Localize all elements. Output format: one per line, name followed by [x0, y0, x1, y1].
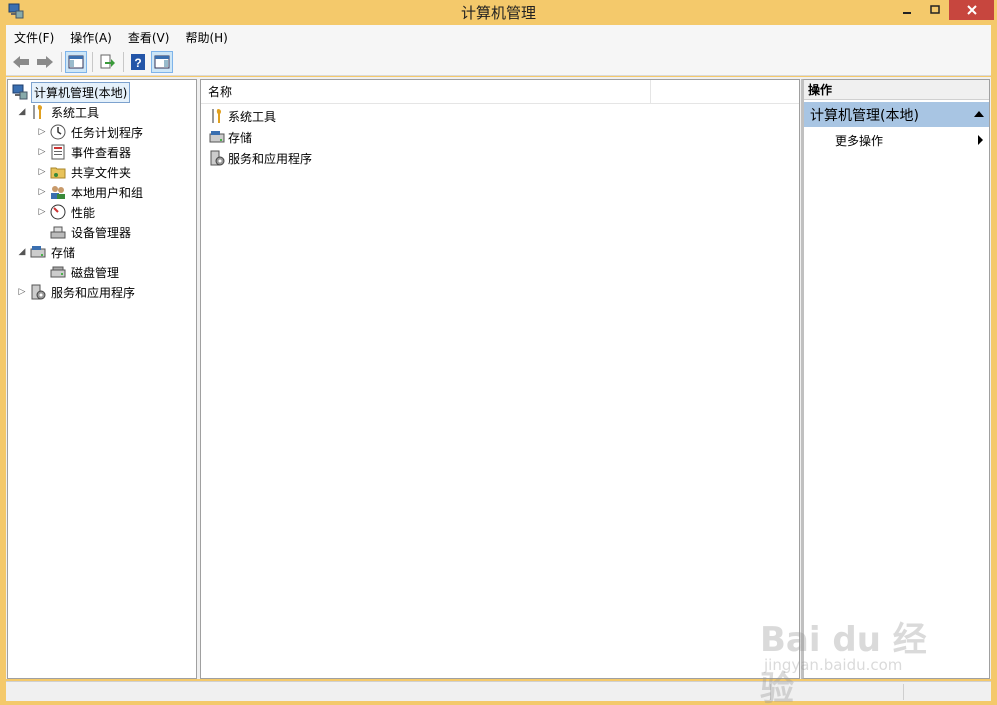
menu-help[interactable]: 帮助(H)	[177, 29, 235, 46]
computer-management-icon	[12, 84, 28, 100]
export-list-button[interactable]	[96, 51, 118, 73]
more-actions-item[interactable]: 更多操作	[835, 130, 985, 150]
expand-triangle-icon[interactable]: ▷	[16, 287, 28, 297]
action-group-computer-management[interactable]: 计算机管理(本地)	[804, 102, 989, 127]
console-tree-icon	[68, 55, 84, 69]
results-list: 名称 系统工具 存储 服务和应用程序	[200, 79, 800, 679]
more-actions-label: 更多操作	[835, 133, 884, 148]
action-pane-icon	[154, 55, 170, 69]
show-hide-action-pane-button[interactable]	[151, 51, 173, 73]
list-item[interactable]: 存储	[207, 127, 252, 147]
tree-item-root[interactable]: 计算机管理(本地)	[10, 81, 131, 103]
tree-item-task-scheduler[interactable]: ▷ 任务计划程序	[36, 122, 145, 142]
toolbar-separator	[92, 52, 93, 72]
tree-item-disk-management[interactable]: 磁盘管理	[36, 262, 121, 282]
tree-item-label: 设备管理器	[71, 225, 132, 240]
tree-item-label: 系统工具	[51, 105, 100, 120]
export-icon	[100, 54, 115, 69]
list-header: 名称	[201, 80, 799, 104]
minimize-button[interactable]	[893, 0, 921, 20]
expand-triangle-icon[interactable]: ▷	[36, 167, 48, 177]
tree-item-label: 任务计划程序	[71, 125, 144, 140]
window-title: 计算机管理	[460, 4, 536, 22]
forward-button[interactable]	[34, 51, 56, 73]
tree-item-label: 本地用户和组	[71, 185, 144, 200]
content-area: 计算机管理(本地) ◢ 系统工具 ▷ 任务计划程序 ▷ 事件查看器 ▷ 共享文件	[6, 77, 991, 679]
toolbar-separator	[123, 52, 124, 72]
show-hide-tree-button[interactable]	[65, 51, 87, 73]
expand-triangle-icon[interactable]: ▷	[36, 187, 48, 197]
tree-item-storage[interactable]: ◢ 存储	[16, 242, 77, 262]
tree-item-performance[interactable]: ▷ 性能	[36, 202, 97, 222]
event-log-icon	[51, 144, 65, 160]
window: 计算机管理 文件(F) 操作(A) 查看(V) 帮助(H) ? 计算机管理(本地…	[0, 0, 997, 705]
tree-item-event-viewer[interactable]: ▷ 事件查看器	[36, 142, 133, 162]
title-bar: 计算机管理	[0, 0, 997, 24]
list-item-label: 存储	[228, 130, 253, 145]
action-pane: 操作 计算机管理(本地) 更多操作	[801, 79, 990, 679]
watermark-url: jingyan.baidu.com	[764, 656, 903, 674]
help-button[interactable]: ?	[127, 51, 149, 73]
back-arrow-icon	[13, 56, 29, 68]
close-icon	[966, 5, 977, 15]
tree-item-device-manager[interactable]: 设备管理器	[36, 222, 133, 242]
tools-icon	[33, 105, 43, 119]
toolbar: ?	[6, 49, 991, 76]
storage-icon	[30, 246, 46, 258]
maximize-button[interactable]	[921, 0, 949, 20]
device-manager-icon	[50, 226, 66, 239]
menu-view[interactable]: 查看(V)	[120, 29, 178, 46]
toolbar-separator	[61, 52, 62, 72]
tools-icon	[212, 109, 222, 123]
tree-item-label: 服务和应用程序	[51, 285, 136, 300]
expand-triangle-icon[interactable]: ▷	[36, 207, 48, 217]
tree-item-system-tools[interactable]: ◢ 系统工具	[16, 102, 101, 122]
close-button[interactable]	[949, 0, 994, 20]
tree-item-label: 计算机管理(本地)	[31, 81, 131, 103]
collapse-triangle-icon[interactable]: ◢	[16, 107, 28, 117]
minimize-icon	[903, 12, 911, 14]
tree-item-label: 磁盘管理	[71, 265, 120, 280]
submenu-arrow-icon	[978, 135, 983, 145]
tree-item-shared-folders[interactable]: ▷ 共享文件夹	[36, 162, 133, 182]
users-icon	[51, 186, 65, 199]
shared-folder-icon	[50, 167, 66, 179]
column-header-name[interactable]: 名称	[201, 80, 651, 104]
expand-triangle-icon[interactable]: ▷	[36, 127, 48, 137]
action-pane-title: 操作	[804, 80, 989, 100]
tree-item-label: 性能	[71, 205, 96, 220]
disk-icon	[50, 266, 66, 278]
menu-bar: 文件(F) 操作(A) 查看(V) 帮助(H)	[6, 25, 991, 49]
storage-icon	[209, 131, 225, 143]
list-item[interactable]: 系统工具	[207, 106, 276, 126]
forward-arrow-icon	[37, 56, 53, 68]
svg-text:?: ?	[134, 56, 141, 70]
tree-item-services-apps[interactable]: ▷ 服务和应用程序	[16, 282, 137, 302]
services-icon	[31, 284, 46, 300]
list-item-label: 服务和应用程序	[228, 151, 313, 166]
list-item-label: 系统工具	[228, 109, 277, 124]
menu-action[interactable]: 操作(A)	[62, 29, 120, 46]
back-button[interactable]	[10, 51, 32, 73]
tree-item-label: 存储	[51, 245, 76, 260]
maximize-icon	[930, 5, 940, 14]
services-icon	[210, 150, 225, 166]
collapse-caret-icon[interactable]	[974, 111, 984, 117]
expand-triangle-icon[interactable]: ▷	[36, 147, 48, 157]
help-icon: ?	[131, 54, 145, 70]
tree-item-label: 事件查看器	[71, 145, 132, 160]
performance-gauge-icon	[50, 204, 66, 220]
action-group-label: 计算机管理(本地)	[810, 107, 919, 124]
clock-icon	[50, 124, 66, 140]
console-tree: 计算机管理(本地) ◢ 系统工具 ▷ 任务计划程序 ▷ 事件查看器 ▷ 共享文件	[7, 79, 197, 679]
baidu-watermark: Bai du 经验 jingyan.baidu.com	[760, 600, 945, 705]
tree-item-local-users[interactable]: ▷ 本地用户和组	[36, 182, 145, 202]
menu-file[interactable]: 文件(F)	[6, 29, 62, 46]
list-item[interactable]: 服务和应用程序	[207, 148, 312, 168]
tree-item-label: 共享文件夹	[71, 165, 132, 180]
collapse-triangle-icon[interactable]: ◢	[16, 247, 28, 257]
